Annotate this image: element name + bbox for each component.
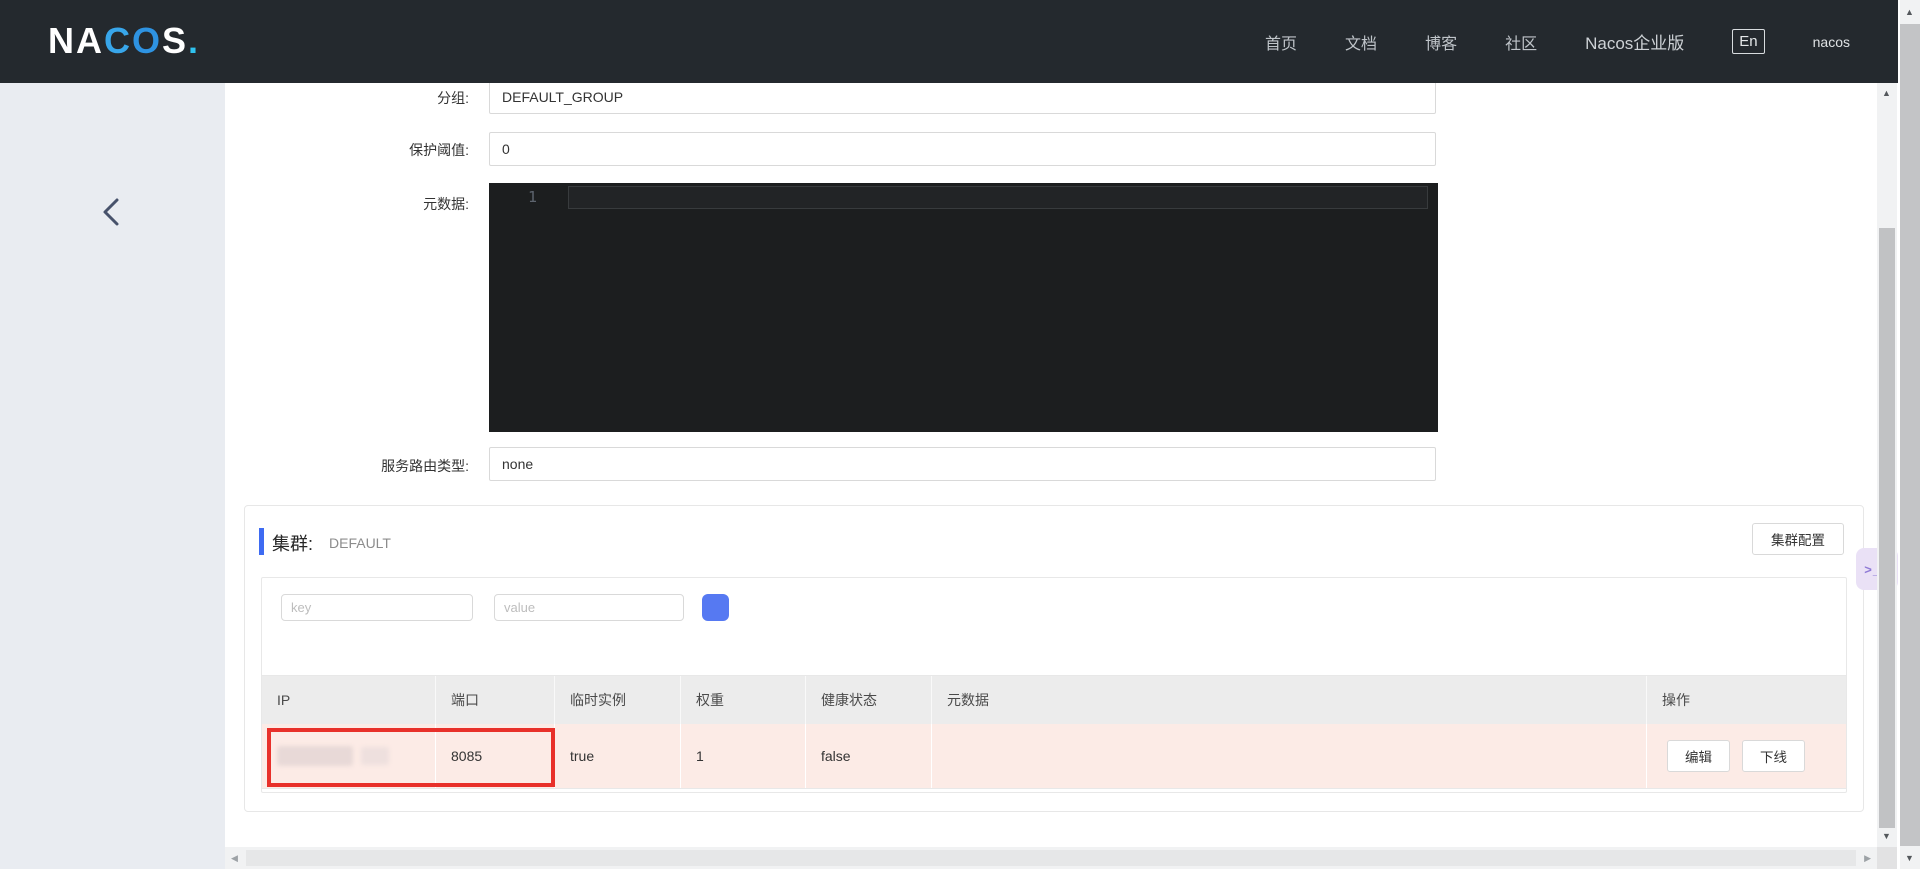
cluster-accent-bar: [259, 528, 264, 555]
col-header-healthy: 健康状态: [806, 676, 932, 724]
cell-metadata: [932, 724, 1647, 788]
cell-weight: 1: [681, 724, 806, 788]
scroll-up-icon[interactable]: ▲: [1882, 89, 1891, 98]
scroll-right-icon[interactable]: ▶: [1864, 854, 1871, 863]
window-scrollbar-thumb[interactable]: [1900, 24, 1920, 846]
cell-ephemeral: true: [555, 724, 681, 788]
logo-text-white: NA: [48, 20, 104, 61]
instance-panel: IP 端口 临时实例 权重 健康状态 元数据 操作 8085 true 1: [261, 577, 1847, 793]
logo-letter-c: C: [104, 20, 132, 61]
edit-instance-button[interactable]: 编辑: [1667, 740, 1730, 772]
vertical-scrollbar-thumb[interactable]: [1879, 228, 1895, 828]
redacted-ip-blob: [277, 746, 353, 766]
nav-item-home[interactable]: 首页: [1265, 30, 1297, 54]
editor-line-number: 1: [513, 188, 537, 206]
cell-ip-redacted: [262, 724, 436, 788]
page-horizontal-scrollbar[interactable]: ◀ ▶: [225, 847, 1877, 869]
col-header-ephemeral: 临时实例: [555, 676, 681, 724]
editor-active-line: [568, 186, 1428, 209]
metadata-value-filter-input[interactable]: [494, 594, 684, 621]
cell-healthy: false: [806, 724, 932, 788]
page-vertical-scrollbar[interactable]: ▲ ▼: [1877, 83, 1897, 847]
nav-item-docs[interactable]: 文档: [1345, 30, 1377, 54]
threshold-input[interactable]: [489, 132, 1436, 166]
logo-letter-s: S: [162, 20, 188, 61]
window-vertical-scrollbar[interactable]: ▲ ▼: [1900, 0, 1920, 869]
instance-table: IP 端口 临时实例 权重 健康状态 元数据 操作 8085 true 1: [262, 675, 1846, 789]
col-header-actions: 操作: [1647, 676, 1846, 724]
instance-table-header: IP 端口 临时实例 权重 健康状态 元数据 操作: [262, 676, 1846, 724]
cell-port: 8085: [436, 724, 555, 788]
instance-table-row: 8085 true 1 false 编辑 下线: [262, 724, 1846, 789]
username-menu[interactable]: nacos: [1813, 34, 1850, 50]
nacos-service-detail-page: NACOS. 首页 文档 博客 社区 Nacos企业版 En nacos 分组:…: [0, 0, 1920, 869]
horizontal-scrollbar-thumb[interactable]: [246, 850, 1856, 866]
window-scroll-up-icon[interactable]: ▲: [1905, 8, 1914, 17]
cell-actions: 编辑 下线: [1647, 724, 1846, 788]
scroll-left-icon[interactable]: ◀: [231, 854, 238, 863]
col-header-weight: 权重: [681, 676, 806, 724]
threshold-label: 保护阈值:: [229, 140, 469, 160]
left-sidebar: [0, 83, 225, 869]
col-header-ip: IP: [262, 676, 436, 724]
col-header-port: 端口: [436, 676, 555, 724]
nacos-logo[interactable]: NACOS.: [48, 20, 200, 62]
routing-type-label: 服务路由类型:: [229, 456, 469, 476]
cluster-title: 集群:: [272, 530, 313, 556]
filter-search-button[interactable]: [702, 594, 729, 621]
col-header-metadata: 元数据: [932, 676, 1647, 724]
navbar-menu: 首页 文档 博客 社区 Nacos企业版 En nacos: [1265, 0, 1850, 83]
top-navbar: NACOS. 首页 文档 博客 社区 Nacos企业版 En nacos: [0, 0, 1898, 83]
nav-item-community[interactable]: 社区: [1505, 30, 1537, 54]
redacted-ip-blob-2: [361, 747, 389, 765]
back-button[interactable]: [96, 195, 128, 229]
offline-instance-button[interactable]: 下线: [1742, 740, 1805, 772]
group-input[interactable]: [489, 80, 1436, 114]
cluster-config-button[interactable]: 集群配置: [1752, 523, 1844, 555]
group-label: 分组:: [229, 88, 469, 108]
metadata-code-editor[interactable]: 1: [489, 183, 1438, 432]
metadata-key-filter-input[interactable]: [281, 594, 473, 621]
cluster-name: DEFAULT: [329, 535, 391, 551]
routing-type-input[interactable]: [489, 447, 1436, 481]
logo-letter-o: O: [132, 20, 162, 61]
language-toggle-button[interactable]: En: [1732, 29, 1764, 54]
scrollbar-corner: [1877, 847, 1897, 869]
metadata-label: 元数据:: [229, 194, 469, 214]
nav-item-blog[interactable]: 博客: [1425, 30, 1457, 54]
logo-dot: .: [188, 20, 200, 61]
nav-item-enterprise[interactable]: Nacos企业版: [1585, 29, 1684, 54]
scroll-down-icon[interactable]: ▼: [1882, 832, 1891, 841]
cluster-card: 集群: DEFAULT 集群配置 IP 端口 临时实例 权重 健康状态 元数据 …: [244, 505, 1864, 812]
chevron-left-icon: [96, 195, 128, 229]
window-scroll-down-icon[interactable]: ▼: [1905, 854, 1914, 863]
